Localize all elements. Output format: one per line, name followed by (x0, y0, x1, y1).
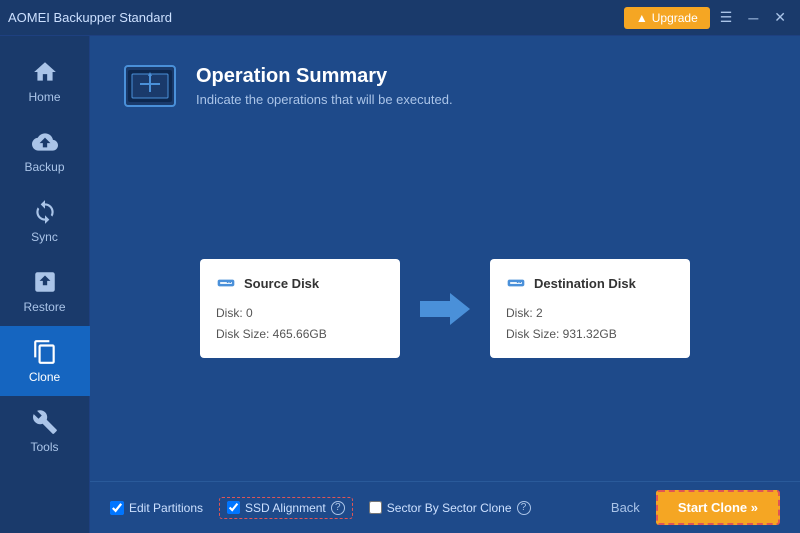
tools-icon (31, 408, 59, 436)
op-title-block: Operation Summary Indicate the operation… (196, 65, 453, 107)
bottom-actions: Back Start Clone » (611, 490, 780, 525)
backup-icon (31, 128, 59, 156)
sidebar-item-home[interactable]: Home (0, 46, 90, 116)
clone-icon (31, 338, 59, 366)
sidebar-label-backup: Backup (24, 160, 64, 174)
op-subtitle: Indicate the operations that will be exe… (196, 92, 453, 107)
source-disk-card: Source Disk Disk: 0 Disk Size: 465.66GB (200, 259, 400, 358)
op-header: Operation Summary Indicate the operation… (120, 56, 770, 116)
edit-partitions-option[interactable]: Edit Partitions (110, 501, 203, 515)
edit-partitions-checkbox[interactable] (110, 501, 124, 515)
ssd-alignment-info-icon[interactable]: ? (331, 501, 345, 515)
ssd-alignment-label[interactable]: SSD Alignment (245, 501, 326, 515)
sidebar-item-sync[interactable]: Sync (0, 186, 90, 256)
home-icon (31, 58, 59, 86)
source-disk-info: Disk: 0 Disk Size: 465.66GB (216, 303, 384, 344)
sidebar: Home Backup Sync Res (0, 36, 90, 533)
ssd-alignment-checkbox[interactable] (227, 501, 240, 514)
edit-partitions-label[interactable]: Edit Partitions (129, 501, 203, 515)
sidebar-item-restore[interactable]: Restore (0, 256, 90, 326)
sector-by-sector-option[interactable]: Sector By Sector Clone ? (369, 501, 531, 515)
restore-icon (31, 268, 59, 296)
destination-disk-card: Destination Disk Disk: 2 Disk Size: 931.… (490, 259, 690, 358)
sidebar-item-tools[interactable]: Tools (0, 396, 90, 466)
sidebar-label-tools: Tools (30, 440, 58, 454)
sidebar-label-clone: Clone (29, 370, 60, 384)
sector-info-icon[interactable]: ? (517, 501, 531, 515)
sidebar-label-home: Home (28, 90, 60, 104)
content-area: Operation Summary Indicate the operation… (90, 36, 800, 481)
op-title: Operation Summary (196, 65, 453, 88)
ssd-alignment-wrapper: SSD Alignment ? (219, 497, 353, 519)
sidebar-item-backup[interactable]: Backup (0, 116, 90, 186)
sidebar-label-sync: Sync (31, 230, 58, 244)
title-bar: AOMEI Backupper Standard ▲ Upgrade ☰ ─ ✕ (0, 0, 800, 36)
upgrade-button[interactable]: ▲ Upgrade (624, 7, 710, 29)
sidebar-item-clone[interactable]: Clone (0, 326, 90, 396)
arrow-icon (420, 291, 470, 327)
clone-area: Source Disk Disk: 0 Disk Size: 465.66GB (120, 156, 770, 461)
start-clone-button[interactable]: Start Clone » (656, 490, 780, 525)
title-bar-left: AOMEI Backupper Standard (8, 10, 172, 25)
app-title: AOMEI Backupper Standard (8, 10, 172, 25)
bottom-options: Edit Partitions SSD Alignment ? Sector B… (110, 497, 531, 519)
title-bar-right: ▲ Upgrade ☰ ─ ✕ (624, 7, 792, 29)
operation-icon (120, 56, 180, 116)
close-button[interactable]: ✕ (768, 7, 792, 28)
back-button[interactable]: Back (611, 500, 640, 515)
upgrade-arrow-icon: ▲ (636, 11, 648, 25)
minimize-button[interactable]: ─ (742, 8, 764, 28)
sector-by-sector-checkbox[interactable] (369, 501, 382, 514)
sidebar-label-restore: Restore (23, 300, 65, 314)
sector-by-sector-label[interactable]: Sector By Sector Clone (387, 501, 512, 515)
bottom-bar: Edit Partitions SSD Alignment ? Sector B… (90, 481, 800, 533)
destination-disk-title: Destination Disk (506, 273, 674, 293)
destination-disk-info: Disk: 2 Disk Size: 931.32GB (506, 303, 674, 344)
sync-icon (31, 198, 59, 226)
menu-button[interactable]: ☰ (714, 7, 739, 28)
source-disk-title: Source Disk (216, 273, 384, 293)
main-layout: Home Backup Sync Res (0, 36, 800, 533)
